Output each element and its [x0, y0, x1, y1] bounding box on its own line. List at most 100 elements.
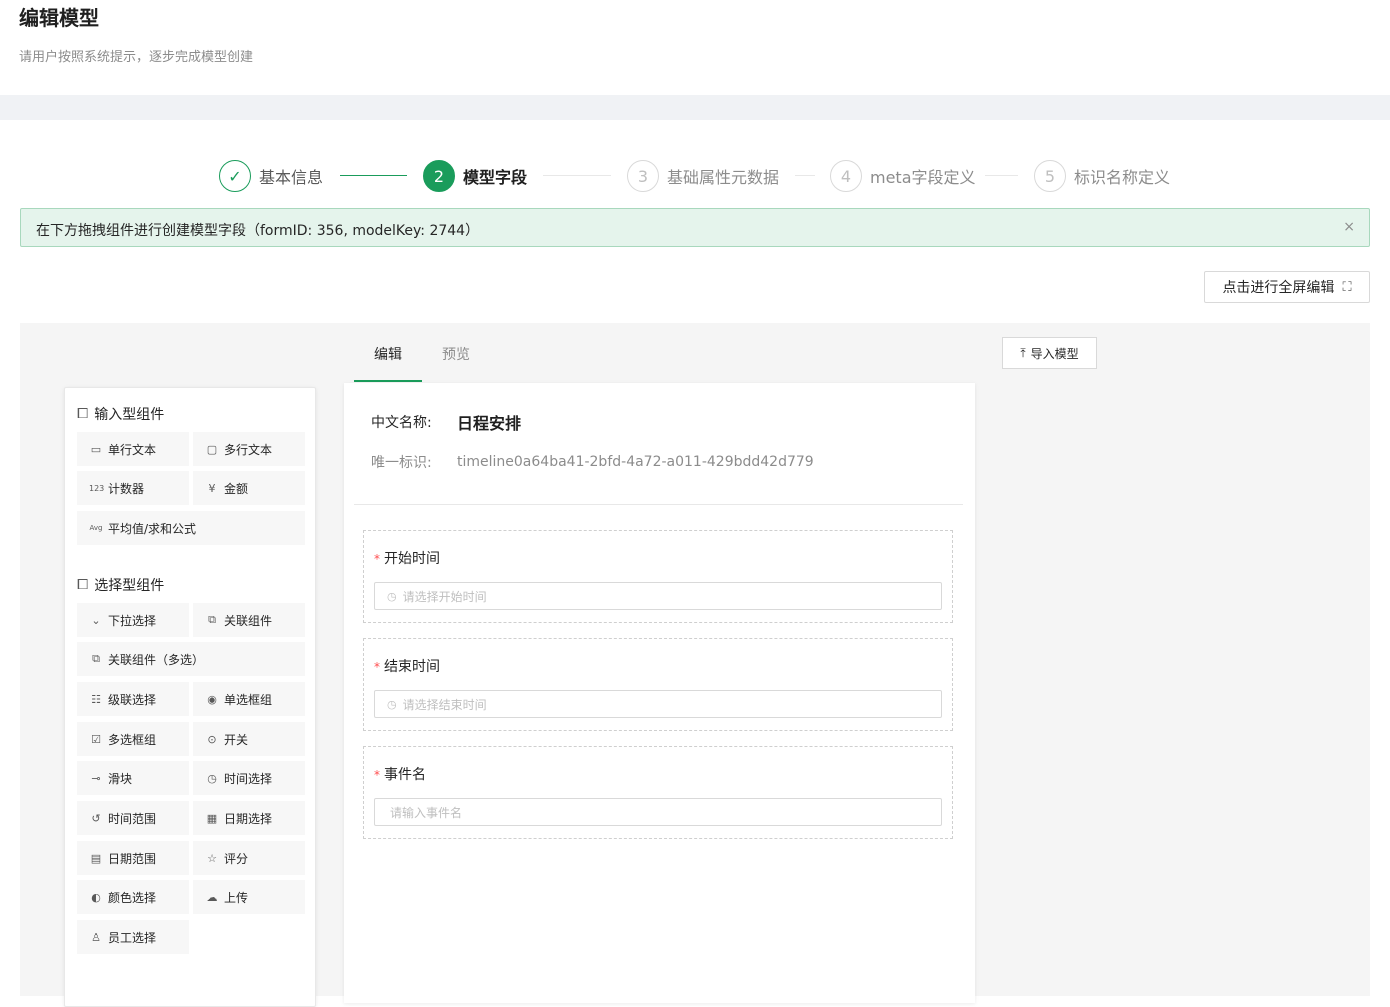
- comp-slider[interactable]: ⊸ 滑块: [77, 761, 189, 795]
- clock-icon: ◷: [207, 771, 217, 785]
- slider-icon: ⊸: [91, 771, 101, 785]
- comp-date-range[interactable]: ▤ 日期范围: [77, 841, 189, 875]
- step-identifier-name[interactable]: 5 标识名称定义: [1034, 158, 1170, 194]
- step-number: 4: [830, 160, 862, 192]
- number-icon: 123: [89, 483, 105, 493]
- field-start-time[interactable]: * 开始时间 ◷ 请选择开始时间: [363, 530, 953, 623]
- radio-icon: ◉: [207, 692, 217, 706]
- comp-dropdown[interactable]: ⌄ 下拉选择: [77, 603, 189, 637]
- component-palette: ⧠ 输入型组件 ▭ 单行文本 ▢ 多行文本 123 计数器 ¥ 金额 Avg 平…: [64, 387, 316, 1007]
- step-label: 标识名称定义: [1074, 168, 1171, 187]
- cascader-icon: ☷: [91, 692, 101, 706]
- placeholder: 请选择结束时间: [402, 697, 487, 712]
- info-alert: 在下方拖拽组件进行创建模型字段（formID: 356, modelKey: 2…: [20, 208, 1370, 247]
- tab-edit[interactable]: 编辑: [374, 344, 402, 364]
- step-number: 2: [423, 160, 455, 192]
- model-name-row: 中文名称: 日程安排: [371, 410, 521, 434]
- chevron-circle-icon: ⌄: [91, 613, 101, 627]
- step-connector: [985, 175, 1018, 176]
- checkbox-icon: ☑: [91, 732, 101, 746]
- copy-icon: ⧉: [92, 652, 100, 665]
- comp-time-picker[interactable]: ◷ 时间选择: [193, 761, 305, 795]
- placeholder: 请输入事件名: [390, 805, 463, 820]
- model-name-label: 中文名称:: [371, 415, 432, 431]
- field-label: * 事件名: [374, 767, 426, 783]
- model-key-value: timeline0a64ba41-2bfd-4a72-a011-429bdd42…: [457, 454, 814, 470]
- comp-date-picker[interactable]: ▦ 日期选择: [193, 801, 305, 835]
- calendar-icon: ▦: [206, 811, 218, 825]
- step-meta-fields[interactable]: 4 meta字段定义: [830, 158, 976, 194]
- start-time-input[interactable]: ◷ 请选择开始时间: [374, 582, 942, 610]
- end-time-input[interactable]: ◷ 请选择结束时间: [374, 690, 942, 718]
- tab-active-indicator: [354, 380, 422, 382]
- fullscreen-edit-button[interactable]: 点击进行全屏编辑 ⛶: [1204, 271, 1370, 303]
- step-label: 基本信息: [259, 168, 324, 187]
- alert-text: 在下方拖拽组件进行创建模型字段（formID: 356, modelKey: 2…: [36, 223, 480, 239]
- import-model-button[interactable]: ⤒ 导入模型: [1002, 337, 1097, 369]
- model-key-row: 唯一标识: timeline0a64ba41-2bfd-4a72-a011-42…: [371, 452, 814, 472]
- star-icon: ☆: [207, 851, 217, 865]
- event-name-input[interactable]: 请输入事件名: [374, 798, 942, 826]
- comp-time-range[interactable]: ↺ 时间范围: [77, 801, 189, 835]
- clock-icon: ◷: [387, 589, 397, 603]
- close-icon[interactable]: ×: [1343, 219, 1355, 235]
- canvas-divider: [354, 504, 963, 505]
- copy-icon: ⧉: [208, 613, 216, 626]
- step-number: 3: [627, 160, 659, 192]
- step-connector: [795, 175, 815, 176]
- field-end-time[interactable]: * 结束时间 ◷ 请选择结束时间: [363, 638, 953, 731]
- field-label: * 结束时间: [374, 659, 440, 675]
- fullscreen-label: 点击进行全屏编辑: [1222, 280, 1335, 296]
- comp-relation-multi[interactable]: ⧉ 关联组件（多选）: [77, 642, 305, 676]
- upload-icon: ⤒: [1020, 345, 1026, 360]
- comp-radio-group[interactable]: ◉ 单选框组: [193, 682, 305, 716]
- step-label: meta字段定义: [870, 168, 976, 187]
- field-label: * 开始时间: [374, 551, 440, 567]
- step-number: 5: [1034, 160, 1066, 192]
- comp-checkbox-group[interactable]: ☑ 多选框组: [77, 722, 189, 756]
- page-title: 编辑模型: [19, 6, 99, 30]
- import-label: 导入模型: [1030, 346, 1079, 361]
- step-label: 基础属性元数据: [667, 168, 780, 187]
- cloud-upload-icon: ☁: [206, 890, 218, 904]
- comp-color-picker[interactable]: ◐ 颜色选择: [77, 880, 189, 914]
- header-divider: [0, 95, 1390, 120]
- comp-upload[interactable]: ☁ 上传: [193, 880, 305, 914]
- step-model-fields[interactable]: 2 模型字段: [423, 158, 527, 194]
- check-icon: ✓: [219, 160, 251, 192]
- money-bag-icon: ¥: [208, 481, 216, 495]
- comp-formula[interactable]: Avg 平均值/求和公式: [77, 511, 305, 545]
- step-label: 模型字段: [463, 168, 528, 187]
- comp-switch[interactable]: ⊙ 开关: [193, 722, 305, 756]
- input-group-title: ⧠ 输入型组件: [77, 406, 165, 423]
- comp-counter[interactable]: 123 计数器: [77, 471, 189, 505]
- model-key-label: 唯一标识:: [371, 455, 432, 471]
- steps: ✓ 基本信息 2 模型字段 3 基础属性元数据 4 meta字段定义 5 标识名…: [0, 158, 1390, 194]
- comp-cascader[interactable]: ☷ 级联选择: [77, 682, 189, 716]
- step-connector: [340, 175, 407, 176]
- step-base-attrs[interactable]: 3 基础属性元数据: [627, 158, 779, 194]
- step-connector: [543, 175, 611, 176]
- form-canvas: 中文名称: 日程安排 唯一标识: timeline0a64ba41-2bfd-4…: [344, 383, 975, 1003]
- comp-multi-text[interactable]: ▢ 多行文本: [193, 432, 305, 466]
- history-icon: ↺: [91, 811, 101, 825]
- comp-single-text[interactable]: ▭ 单行文本: [77, 432, 189, 466]
- field-event-name[interactable]: * 事件名 请输入事件名: [363, 746, 953, 839]
- comp-relation[interactable]: ⧉ 关联组件: [193, 603, 305, 637]
- comp-amount[interactable]: ¥ 金额: [193, 471, 305, 505]
- comp-rate[interactable]: ☆ 评分: [193, 841, 305, 875]
- clock-icon: ◷: [387, 697, 397, 711]
- tab-preview[interactable]: 预览: [442, 344, 470, 364]
- required-mark: *: [374, 552, 380, 566]
- select-group-title: ⧠ 选择型组件: [77, 577, 165, 594]
- step-basic-info[interactable]: ✓ 基本信息: [219, 158, 323, 194]
- comp-employee-select[interactable]: ♙ 员工选择: [77, 920, 189, 954]
- textarea-icon: ▢: [206, 442, 218, 456]
- puzzle-icon: ⧠: [77, 577, 89, 593]
- page-header: 编辑模型 请用户按照系统提示，逐步完成模型创建: [0, 0, 1390, 95]
- placeholder: 请选择开始时间: [402, 589, 487, 604]
- calendar-range-icon: ▤: [90, 851, 102, 865]
- required-mark: *: [374, 768, 380, 782]
- required-mark: *: [374, 660, 380, 674]
- fullscreen-icon: ⛶: [1342, 279, 1352, 295]
